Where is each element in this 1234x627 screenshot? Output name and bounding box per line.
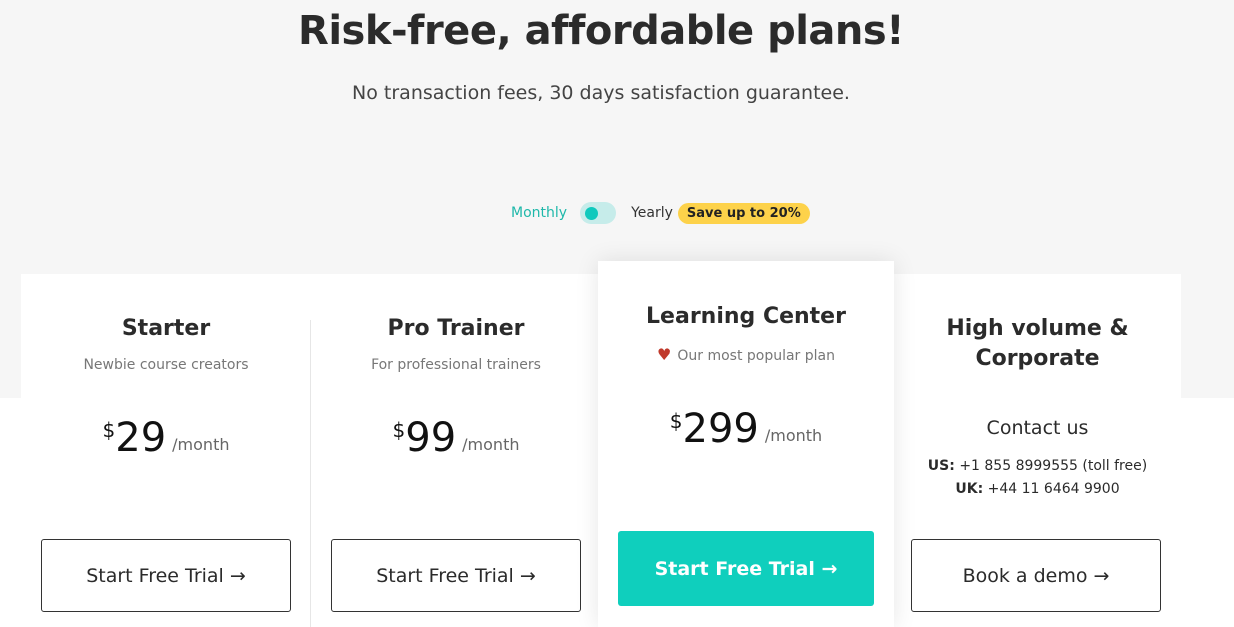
price-amount: 99 xyxy=(405,415,457,461)
price-amount: 299 xyxy=(682,406,759,452)
plan-card-starter: Starter Newbie course creators $ 29 /mon… xyxy=(21,274,311,627)
start-free-trial-button[interactable]: Start Free Trial → xyxy=(331,539,581,612)
price-amount: 29 xyxy=(115,415,167,461)
plan-price: $ 99 /month xyxy=(311,416,601,460)
heart-icon: ♥ xyxy=(657,345,672,364)
plan-card-corporate: High volume & Corporate Contact us US: +… xyxy=(894,274,1181,627)
plan-card-pro-trainer: Pro Trainer For professional trainers $ … xyxy=(311,274,601,627)
price-period: /month xyxy=(764,426,823,445)
price-currency: $ xyxy=(392,418,406,442)
plan-subtitle: Our most popular plan xyxy=(677,348,835,364)
billing-switch[interactable] xyxy=(580,202,617,224)
contact-uk-phone: UK: +44 11 6464 9900 xyxy=(894,481,1181,497)
plan-title: Pro Trainer xyxy=(387,316,525,341)
price-currency: $ xyxy=(102,418,116,442)
yearly-option[interactable]: Yearly xyxy=(631,205,673,221)
plan-title: Starter xyxy=(121,316,211,341)
book-demo-button[interactable]: Book a demo → xyxy=(911,539,1161,612)
plan-title-line2: Corporate xyxy=(975,346,1100,371)
page-title: Risk-free, affordable plans! xyxy=(298,8,904,54)
monthly-option[interactable]: Monthly xyxy=(511,205,567,221)
page-subtitle: No transaction fees, 30 days satisfactio… xyxy=(352,82,850,104)
plan-subtitle: For professional trainers xyxy=(371,357,541,373)
plan-subtitle: Newbie course creators xyxy=(83,357,249,373)
contact-us-phone: US: +1 855 8999555 (toll free) xyxy=(894,458,1181,474)
price-period: /month xyxy=(462,435,520,454)
plan-title: Learning Center xyxy=(646,304,846,329)
start-free-trial-button[interactable]: Start Free Trial → xyxy=(41,539,291,612)
plan-price: $ 29 /month xyxy=(21,416,311,460)
plan-title-line1: High volume & xyxy=(946,316,1129,341)
contact-us-label: Contact us xyxy=(986,417,1089,439)
start-free-trial-button[interactable]: Start Free Trial → xyxy=(618,531,874,606)
price-period: /month xyxy=(172,435,230,454)
plan-card-learning-center: Learning Center ♥ Our most popular plan $… xyxy=(598,261,894,627)
uk-phone[interactable]: +44 11 6464 9900 xyxy=(988,481,1120,497)
billing-period-toggle: Monthly Yearly Save up to 20% xyxy=(511,199,810,227)
us-label: US: xyxy=(927,458,955,474)
uk-label: UK: xyxy=(955,481,984,497)
plan-price: $ 299 /month xyxy=(598,407,894,451)
switch-knob xyxy=(585,207,599,220)
price-currency: $ xyxy=(669,409,683,433)
popular-plan-note: ♥ Our most popular plan xyxy=(598,345,894,364)
us-phone[interactable]: +1 855 8999555 (toll free) xyxy=(959,458,1147,474)
save-badge: Save up to 20% xyxy=(677,202,810,224)
